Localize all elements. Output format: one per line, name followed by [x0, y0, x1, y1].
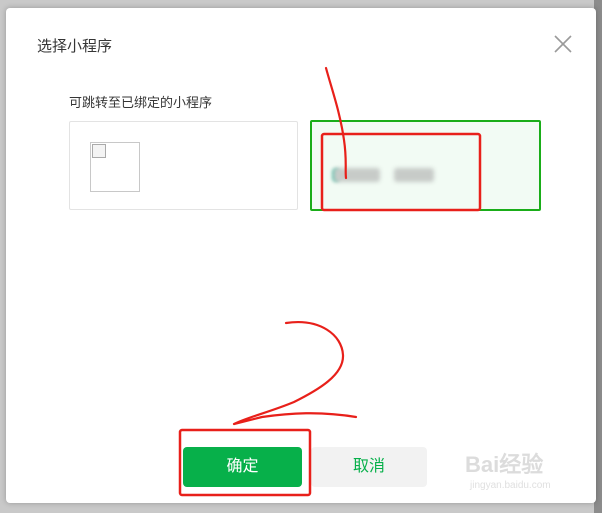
- blurred-name: [334, 168, 380, 182]
- confirm-button[interactable]: 确定: [183, 447, 302, 487]
- dialog-title: 选择小程序: [37, 38, 113, 55]
- miniprogram-thumbnail: [90, 142, 140, 192]
- blurred-name: [394, 168, 434, 182]
- close-icon[interactable]: [551, 32, 575, 56]
- watermark-logo: Bai经验: [465, 452, 544, 477]
- watermark-url: jingyan.baidu.com: [470, 480, 551, 491]
- cancel-button[interactable]: 取消: [311, 447, 427, 487]
- miniprogram-card-1[interactable]: [69, 121, 298, 210]
- miniprogram-card-2-selected[interactable]: [310, 120, 541, 211]
- dialog-subtitle: 可跳转至已绑定的小程序: [69, 95, 213, 110]
- select-miniprogram-dialog: 选择小程序 可跳转至已绑定的小程序 确定 取消: [6, 8, 596, 503]
- broken-image-icon: [92, 144, 106, 158]
